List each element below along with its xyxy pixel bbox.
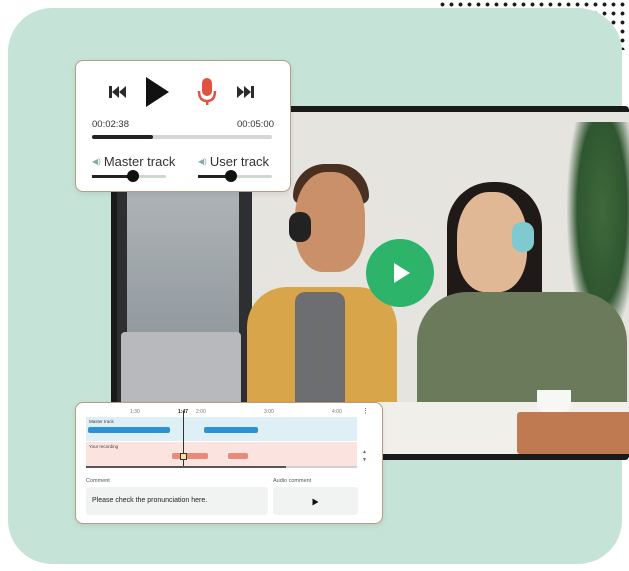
skip-forward-icon <box>237 86 254 98</box>
user-track-text: User track <box>209 154 270 169</box>
scene-cup <box>537 390 571 412</box>
man-shirt <box>295 292 345 412</box>
transport-controls <box>76 75 290 109</box>
user-track-volume-slider[interactable] <box>198 170 272 182</box>
comment-label: Comment <box>86 478 110 484</box>
timeline-ruler: 1:30 1:47 2:00 3:00 4:00 <box>86 409 356 417</box>
ruler-tick: 3:00 <box>264 409 274 415</box>
lane-scroll-down[interactable]: ▼ <box>362 457 367 463</box>
scene-laptop <box>121 332 241 412</box>
master-track-label: ◀) Master track <box>92 154 175 169</box>
more-vertical-icon: ⋮ <box>362 408 369 415</box>
audio-comment-label: Audio comment <box>273 478 312 484</box>
speaker-icon: ◀) <box>198 157 207 166</box>
user-recording-lane[interactable]: Your recording <box>86 442 357 466</box>
playback-progress-bar[interactable] <box>92 135 272 139</box>
audio-comment-play-button[interactable] <box>273 487 358 515</box>
audio-player-card: 00:02:38 00:05:00 ◀) Master track ◀) User … <box>75 60 291 192</box>
master-track-volume-knob[interactable] <box>126 170 139 182</box>
master-track-volume-slider[interactable] <box>92 170 166 182</box>
playhead-handle[interactable] <box>180 453 187 460</box>
user-clip[interactable] <box>172 453 208 459</box>
speaker-icon: ◀) <box>92 157 101 166</box>
microphone-icon <box>197 78 217 105</box>
play-icon <box>394 263 410 283</box>
master-lane-label: Master track <box>89 419 114 424</box>
playback-progress-fill <box>92 135 154 139</box>
master-track-lane[interactable]: Master track <box>86 417 357 441</box>
user-track-label: ◀) User track <box>198 154 269 169</box>
timeline-scrollbar[interactable] <box>86 466 357 468</box>
lane-scroll-up[interactable]: ▲ <box>362 449 367 455</box>
user-clip[interactable] <box>228 453 248 459</box>
play-button[interactable] <box>144 76 170 111</box>
master-clip[interactable] <box>88 427 170 433</box>
man-headphones <box>289 212 311 242</box>
record-button[interactable] <box>197 77 217 110</box>
ruler-tick: 2:00 <box>196 409 206 415</box>
ruler-tick: 4:00 <box>332 409 342 415</box>
woman-headphones <box>512 222 534 252</box>
recording-editor-card: 1:30 1:47 2:00 3:00 4:00 ⋮ Master track … <box>75 402 383 524</box>
user-lane-label: Your recording <box>89 444 119 449</box>
comment-field[interactable]: Please check the pronunciation here. <box>86 487 268 515</box>
video-play-button[interactable] <box>366 239 434 307</box>
master-track-text: Master track <box>103 154 176 169</box>
master-clip[interactable] <box>204 427 258 433</box>
skip-back-icon <box>109 86 126 98</box>
current-time: 00:02:38 <box>92 119 129 130</box>
previous-button[interactable] <box>108 85 128 102</box>
scene-books <box>517 412 629 454</box>
ruler-tick: 1:30 <box>130 409 140 415</box>
total-time: 00:05:00 <box>237 119 274 130</box>
more-menu-button[interactable]: ⋮ <box>362 408 369 416</box>
play-icon <box>312 498 319 505</box>
user-track-volume-knob[interactable] <box>225 170 238 182</box>
play-icon <box>146 77 169 107</box>
next-button[interactable] <box>236 85 256 102</box>
timeline-scrollbar-thumb <box>86 466 286 468</box>
